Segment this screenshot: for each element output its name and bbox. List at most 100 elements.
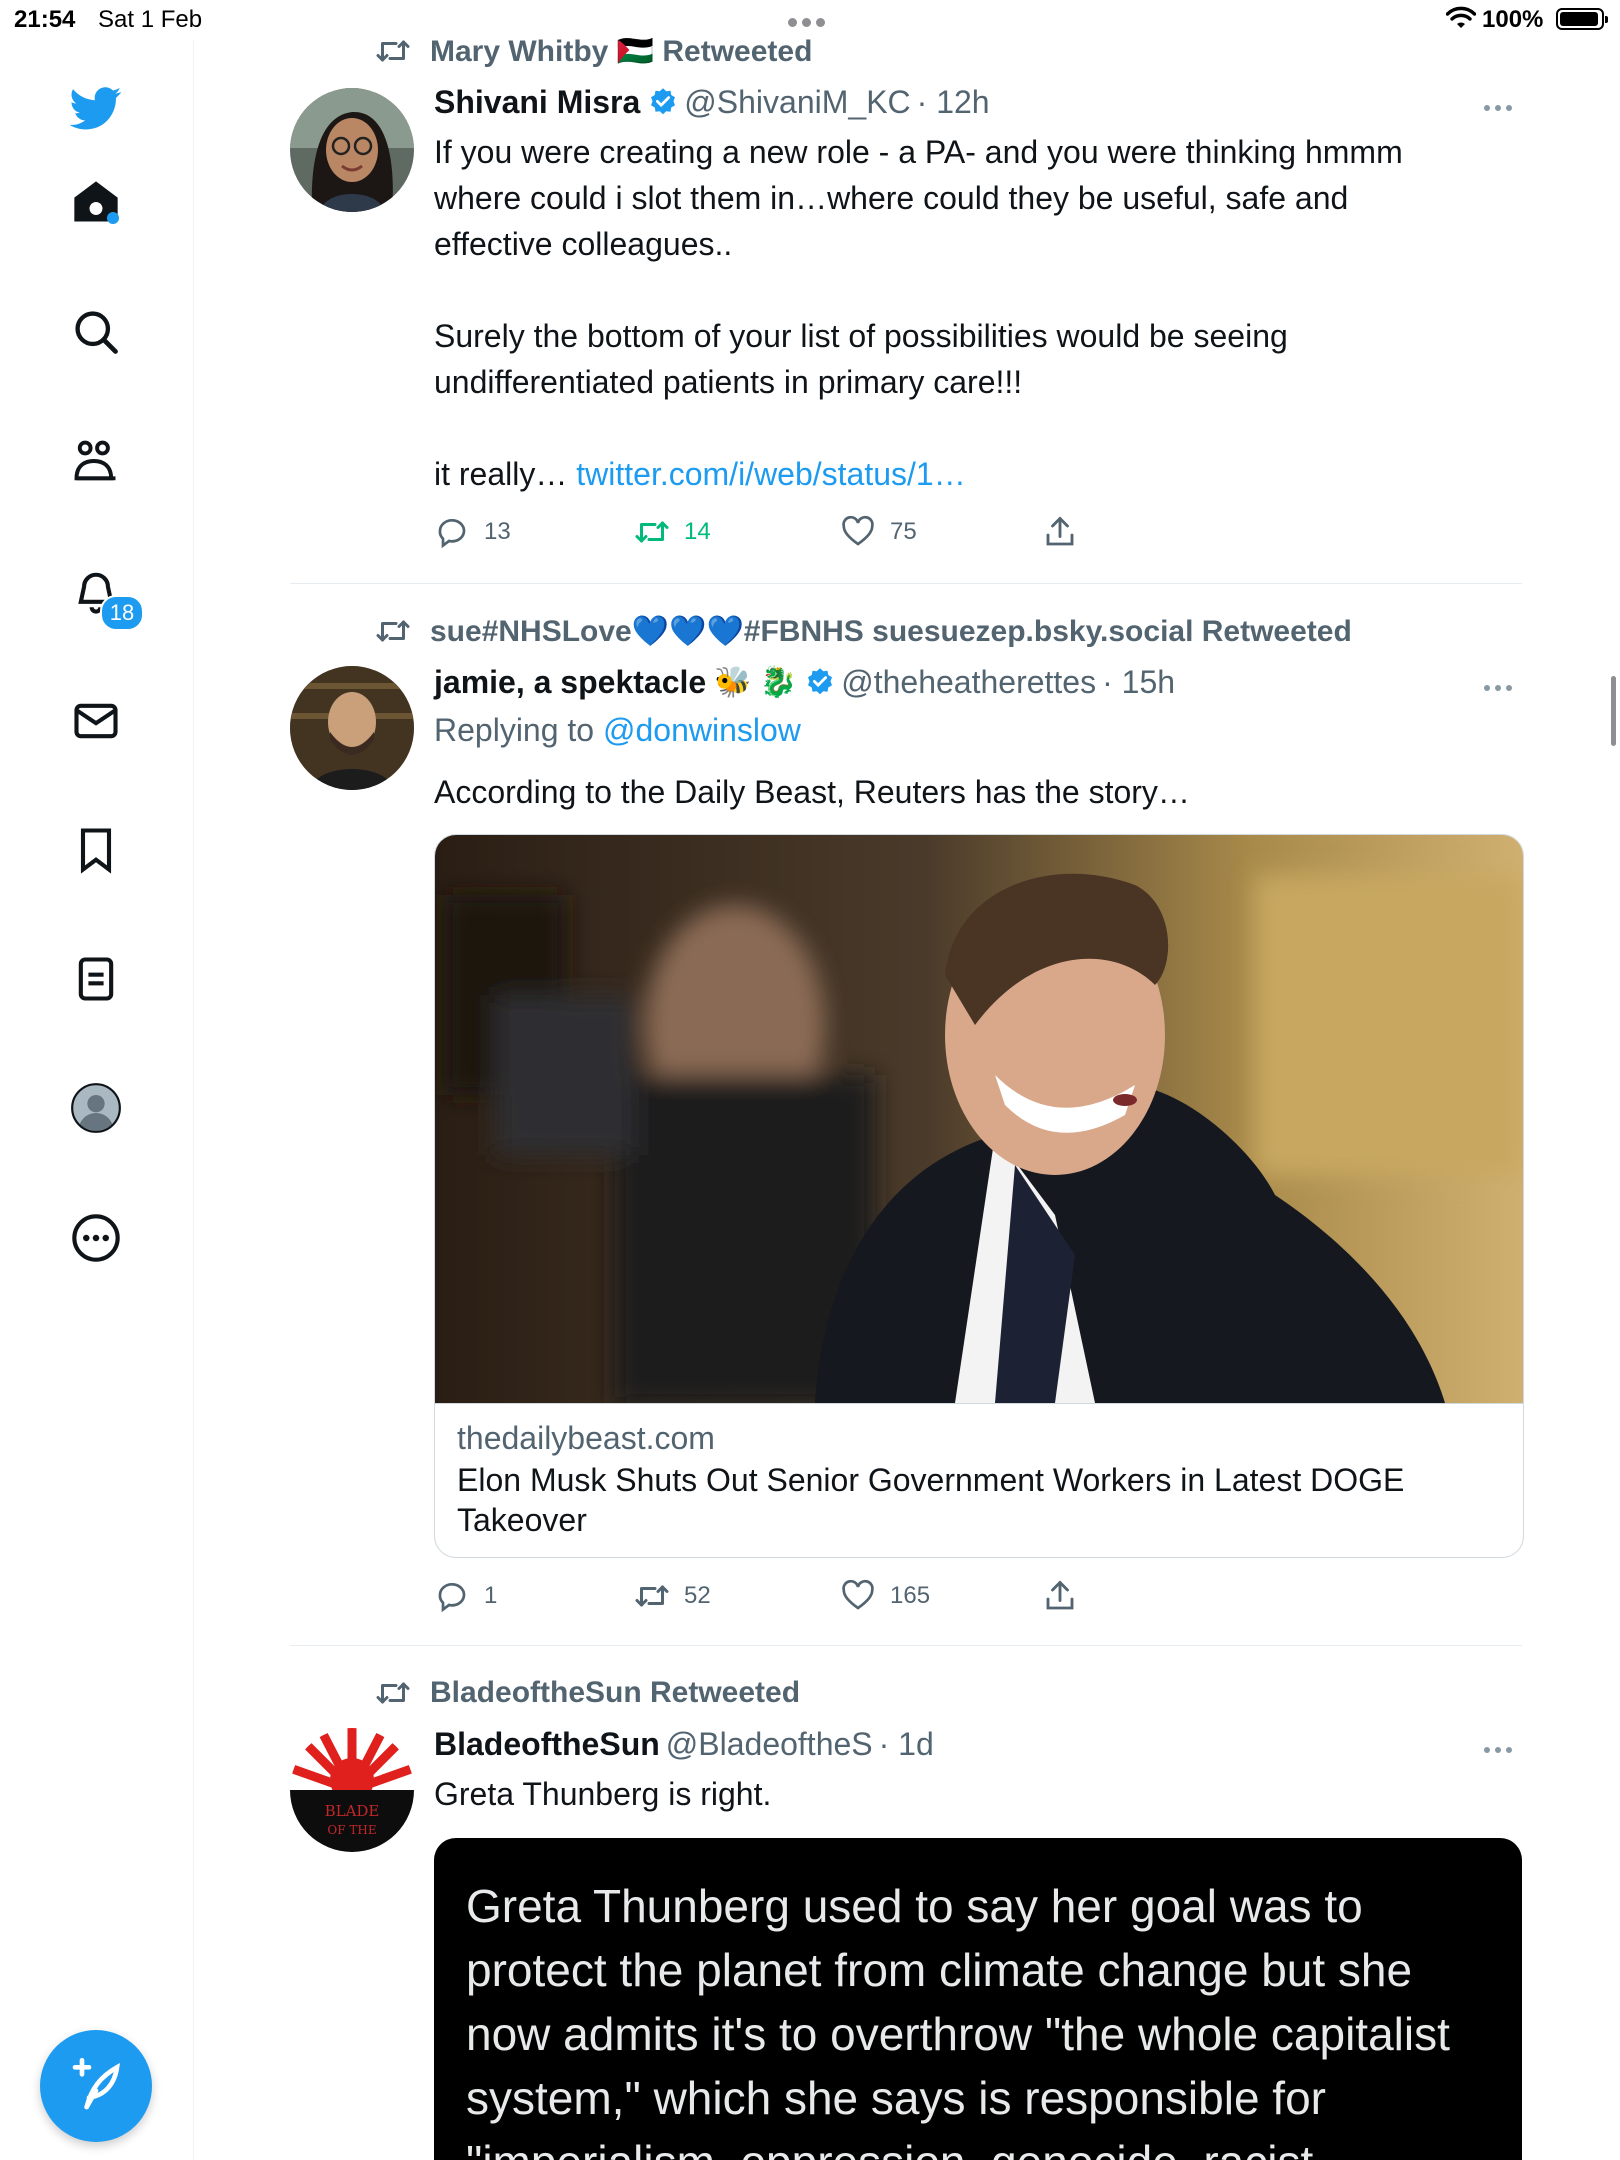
like-count: 75 xyxy=(890,518,917,545)
tweet-text-last-line: it really… twitter.com/i/web/status/1… xyxy=(434,451,1494,497)
tweet-more-icon[interactable] xyxy=(1484,678,1518,691)
author-name-emoji: 🐝 🐉 xyxy=(714,665,798,699)
home-notification-dot xyxy=(107,212,119,224)
retweet-icon xyxy=(635,521,669,543)
reply-button[interactable]: 13 xyxy=(434,514,511,550)
profile-avatar-icon[interactable] xyxy=(70,1082,122,1134)
retweet-button[interactable]: 52 xyxy=(634,1578,711,1614)
link-preview-title: Elon Musk Shuts Out Senior Government Wo… xyxy=(457,1462,1405,1538)
tweet-actions: 1 52 165 xyxy=(434,1578,1434,1618)
search-icon[interactable] xyxy=(70,306,122,358)
retweet-context[interactable]: BladeoftheSun Retweeted xyxy=(374,1676,800,1710)
retweet-count: 52 xyxy=(684,1582,711,1609)
battery-icon xyxy=(1556,8,1608,30)
tweet-text-spacer xyxy=(434,267,1494,313)
author-name[interactable]: BladeoftheSun xyxy=(434,1726,660,1763)
tweet-more-icon[interactable] xyxy=(1484,98,1518,111)
verified-badge-icon xyxy=(808,668,833,695)
avatar[interactable]: BLADE OF THE xyxy=(290,1728,414,1852)
author-name[interactable]: Shivani Misra xyxy=(434,84,640,121)
battery-percentage: 100% xyxy=(1482,6,1544,33)
tweet-text-line: If you were creating a new role - a PA- … xyxy=(434,134,1403,170)
svg-text:OF THE: OF THE xyxy=(327,1823,376,1837)
tweet-text-spacer xyxy=(434,405,1494,451)
author-handle[interactable]: @ShivaniM_KC xyxy=(684,84,910,121)
share-icon xyxy=(1046,1580,1074,1610)
link-preview-domain: thedailybeast.com xyxy=(457,1420,715,1456)
wifi-icon xyxy=(1446,6,1476,28)
tweet-time[interactable]: · 15h xyxy=(1102,664,1175,701)
heart-icon xyxy=(842,515,874,546)
status-date: Sat 1 Feb xyxy=(98,6,203,33)
author-name[interactable]: jamie, a spektacle xyxy=(434,664,706,701)
tweet-text-line: it really… xyxy=(434,456,577,492)
tweet-header: Shivani Misra @ShivaniM_KC · 12h xyxy=(434,82,990,122)
reply-button[interactable]: 1 xyxy=(434,1578,497,1614)
tweet-time[interactable]: · 1d xyxy=(879,1726,934,1763)
retweeted-by-label: Mary Whitby 🇵🇸 Retweeted xyxy=(430,34,813,68)
messages-envelope-icon[interactable] xyxy=(70,695,122,747)
tweet-text: Greta Thunberg is right. xyxy=(434,1776,772,1812)
retweet-icon xyxy=(376,620,410,642)
avatar[interactable] xyxy=(290,666,414,790)
verified-badge-icon xyxy=(651,88,676,115)
communities-icon[interactable] xyxy=(70,435,122,487)
retweeted-by-label: sue#NHSLove💙💙💙#FBNHS suesuezep.bsky.soci… xyxy=(430,614,1352,648)
lists-icon[interactable] xyxy=(70,953,122,1005)
notifications-badge: 18 xyxy=(100,595,144,631)
twitter-bird-icon[interactable] xyxy=(69,82,122,134)
link-preview-card[interactable]: thedailybeast.com Elon Musk Shuts Out Se… xyxy=(434,834,1524,1558)
replying-to-link[interactable]: @donwinslow xyxy=(603,712,801,748)
feather-plus-icon xyxy=(72,2058,120,2110)
share-button[interactable] xyxy=(1042,1578,1092,1614)
tweet-time[interactable]: · 12h xyxy=(917,84,990,121)
retweeted-by-label: BladeoftheSun Retweeted xyxy=(430,1676,801,1709)
more-options-circle-icon[interactable] xyxy=(70,1212,122,1264)
like-count: 165 xyxy=(890,1582,931,1609)
replying-to: Replying to @donwinslow xyxy=(434,712,801,749)
like-button[interactable]: 165 xyxy=(840,1578,930,1614)
reply-count: 13 xyxy=(484,518,511,545)
share-icon xyxy=(1046,516,1074,546)
retweet-button[interactable]: 14 xyxy=(634,514,711,550)
tweet-text-line: effective colleagues.. xyxy=(434,226,733,262)
reply-count: 1 xyxy=(484,1582,498,1609)
link-preview-meta: thedailybeast.com Elon Musk Shuts Out Se… xyxy=(435,1403,1523,1538)
link-preview-image xyxy=(435,835,1523,1403)
multitasking-dots-icon[interactable] xyxy=(788,14,834,27)
tweet-text: If you were creating a new role - a PA- … xyxy=(434,129,1494,497)
avatar[interactable] xyxy=(290,88,414,212)
retweet-count: 14 xyxy=(684,518,711,545)
sidebar-nav: 18 xyxy=(0,40,194,2160)
share-button[interactable] xyxy=(1042,514,1092,550)
tweet-media-image[interactable]: Greta Thunberg used to say her goal was … xyxy=(434,1838,1522,2160)
tweet-divider xyxy=(290,583,1522,584)
replying-to-prefix: Replying to xyxy=(434,712,603,748)
media-image-text: Greta Thunberg used to say her goal was … xyxy=(466,1880,1450,2160)
retweet-icon xyxy=(376,1682,410,1704)
retweet-context[interactable]: Mary Whitby 🇵🇸 Retweeted xyxy=(374,34,812,68)
tweet-text-line: where could i slot them in…where could t… xyxy=(434,180,1349,216)
compose-tweet-button[interactable] xyxy=(40,2030,152,2142)
avatar-logo-text: BLADE xyxy=(325,1802,380,1820)
tweet-text: According to the Daily Beast, Reuters ha… xyxy=(434,774,1190,810)
retweet-context[interactable]: sue#NHSLove💙💙💙#FBNHS suesuezep.bsky.soci… xyxy=(374,614,1352,648)
tweet-header: BladeoftheSun @BladeoftheS · 1d xyxy=(434,1724,934,1764)
scroll-indicator[interactable] xyxy=(1611,676,1616,746)
retweet-icon xyxy=(376,40,410,62)
tweet-text-line: undifferentiated patients in primary car… xyxy=(434,364,1023,400)
tweet-header: jamie, a spektacle 🐝 🐉 @theheatherettes … xyxy=(434,662,1175,702)
author-handle[interactable]: @theheatherettes xyxy=(841,664,1096,701)
tweet-actions: 13 14 75 xyxy=(434,514,1434,554)
author-handle[interactable]: @BladeoftheS xyxy=(666,1726,873,1763)
reply-icon xyxy=(438,519,466,549)
bookmark-icon[interactable] xyxy=(70,824,122,876)
reply-icon xyxy=(438,1583,466,1613)
tweet-divider xyxy=(290,1645,1522,1646)
retweet-icon xyxy=(635,1585,669,1607)
tweet-text-line: Surely the bottom of your list of possib… xyxy=(434,318,1288,354)
status-time: 21:54 xyxy=(14,6,76,33)
tweet-link[interactable]: twitter.com/i/web/status/1… xyxy=(576,456,965,492)
like-button[interactable]: 75 xyxy=(840,514,917,550)
tweet-more-icon[interactable] xyxy=(1484,1740,1518,1753)
